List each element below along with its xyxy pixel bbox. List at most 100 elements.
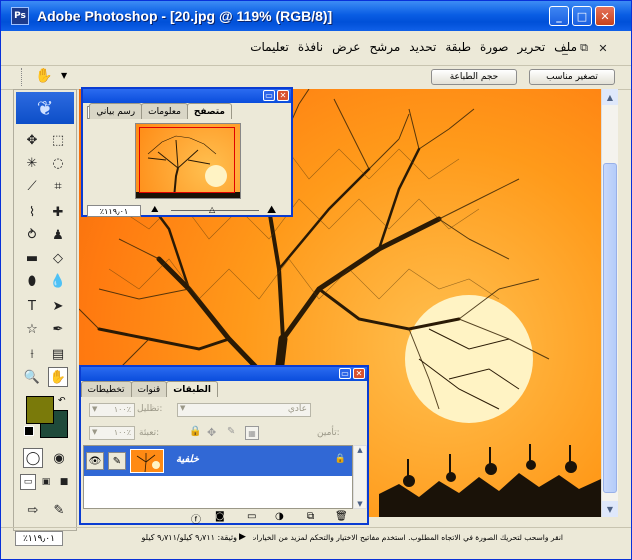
zoom-slider-thumb[interactable]: △ (209, 205, 215, 214)
eraser-tool-icon[interactable]: ◇ (48, 248, 68, 268)
doc-close-icon[interactable]: ✕ (596, 41, 610, 55)
layer-brush-icon[interactable]: ✎ (108, 452, 126, 470)
standard-mode-icon[interactable]: ◯ (23, 448, 43, 468)
new-layer-icon[interactable]: ⧉ (307, 511, 314, 522)
type-tool-icon[interactable]: T (22, 296, 42, 316)
title-bar[interactable]: Ps Adobe Photoshop - [20.jpg @ 119% (RGB… (1, 1, 631, 31)
swap-colors-icon[interactable]: ↶ (58, 396, 66, 406)
layer-thumbnail[interactable] (130, 449, 164, 473)
tab-paths[interactable]: تخطيطات (80, 381, 132, 397)
print-size-button[interactable]: حجم الطباعة (431, 69, 517, 85)
move-tool-icon[interactable]: ✥ (22, 130, 42, 150)
new-set-icon[interactable]: ▭ (247, 511, 256, 522)
vertical-scrollbar[interactable]: ▲ ▼ (601, 89, 618, 517)
screen-mode-standard-icon[interactable]: ▭ (20, 474, 36, 490)
close-button[interactable]: ✕ (595, 6, 615, 26)
navigator-titlebar[interactable]: ▭ ✕ (83, 89, 291, 103)
marquee-tool-icon[interactable]: ⬚ (48, 130, 68, 150)
zoom-out-icon[interactable]: ⛰ (151, 205, 159, 215)
lock-transparency-icon[interactable]: ▦ (245, 426, 259, 440)
crop-tool-icon[interactable]: ⌗ (48, 176, 68, 196)
blur-tool-icon[interactable]: ⬮ (22, 271, 42, 291)
panel-minimize-icon[interactable]: ▭ (263, 90, 275, 101)
layer-mask-icon[interactable]: ◙ (215, 511, 225, 522)
opacity-field[interactable]: ▼ ١٠٠٪ (89, 403, 135, 417)
panel-close-icon[interactable]: ✕ (277, 90, 289, 101)
menu-view[interactable]: عرض (332, 40, 360, 54)
menu-select[interactable]: تحديد (409, 40, 436, 54)
layer-name[interactable]: خلفية (176, 454, 199, 465)
foreground-color-front[interactable] (26, 396, 54, 424)
navigator-zoom-field[interactable]: ٪١١٩٫٠١ (87, 205, 141, 217)
menu-window[interactable]: نافذة (298, 40, 323, 54)
scroll-up-icon[interactable]: ▲ (354, 446, 366, 454)
status-zoom-field[interactable]: ٪١١٩٫٠١ (15, 531, 63, 546)
panel-minimize-icon[interactable]: ▭ (339, 368, 351, 379)
maximize-button[interactable]: □ (572, 6, 592, 26)
zoom-in-icon[interactable]: ⛰ (267, 203, 276, 217)
layer-visibility-icon[interactable]: 👁 (86, 452, 104, 470)
blend-mode-select[interactable]: عادي ▼ (177, 403, 311, 417)
navigator-thumbnail[interactable] (135, 123, 241, 199)
feather-logo-icon[interactable]: ❦ (16, 92, 74, 124)
screen-mode-menu-icon[interactable]: ▣ (38, 474, 54, 490)
trash-icon[interactable]: 🗑 (335, 511, 348, 522)
adjustment-layer-icon[interactable]: ◑ (275, 511, 284, 522)
menu-image[interactable]: صورة (480, 40, 508, 54)
chevron-down-icon[interactable]: ▼ (61, 71, 67, 80)
gradient-tool-icon[interactable]: ▬ (22, 248, 42, 268)
scroll-down-icon[interactable]: ▼ (602, 501, 618, 517)
lock-all-icon[interactable]: 🔒 (189, 426, 201, 437)
panel-close-icon[interactable]: ✕ (353, 368, 365, 379)
status-play-icon[interactable]: ▶ (239, 532, 246, 542)
chevron-down-icon[interactable]: ▼ (180, 404, 185, 412)
default-colors-icon[interactable] (24, 426, 34, 436)
tab-channels[interactable]: قنوات (130, 381, 168, 397)
menu-filter[interactable]: مرشح (369, 40, 400, 54)
tab-navigator[interactable]: متصفح (186, 103, 232, 119)
pen-tool-icon[interactable]: ✒ (48, 319, 68, 339)
zoom-tool-icon[interactable]: 🔍 (22, 367, 42, 387)
tab-histogram[interactable]: رسم بياني (89, 103, 143, 119)
slice-tool-icon[interactable]: ⟋ (22, 176, 42, 196)
scroll-down-icon[interactable]: ▼ (354, 500, 366, 508)
minimize-button[interactable]: _ (549, 6, 569, 26)
layers-scrollbar[interactable]: ▲ ▼ (353, 445, 367, 509)
menu-layer[interactable]: طبقة (445, 40, 471, 54)
hand-tool-icon[interactable]: ✋ (48, 367, 68, 387)
path-selection-icon[interactable]: ➤ (48, 296, 68, 316)
chevron-down-icon[interactable]: ▼ (92, 405, 97, 413)
layer-style-icon[interactable]: ⓕ (191, 511, 201, 526)
menu-help[interactable]: تعليمات (250, 40, 289, 54)
edit-in-imageready-icon[interactable]: ✎ (49, 500, 69, 520)
lasso-tool-icon[interactable]: ◌ (48, 153, 68, 173)
tab-layers[interactable]: الطبقات (166, 381, 218, 397)
shape-tool-icon[interactable]: ☆ (22, 319, 42, 339)
jump-to-imageready-icon[interactable]: ⇨ (23, 500, 43, 520)
fill-field[interactable]: ▼ ١٠٠٪ (89, 426, 135, 440)
menu-edit[interactable]: تحرير (518, 40, 546, 54)
menu-file[interactable]: ملف (554, 40, 577, 54)
magic-wand-tool-icon[interactable]: ✳ (22, 153, 42, 173)
view-box[interactable] (139, 127, 235, 193)
lock-image-icon[interactable]: ✎ (227, 426, 235, 437)
stamp-tool-icon[interactable]: ♟ (48, 225, 68, 245)
chevron-down-icon[interactable]: ▼ (92, 428, 97, 436)
tab-info[interactable]: معلومات (141, 103, 188, 119)
photoshop-app-icon[interactable]: Ps (11, 7, 29, 25)
fit-on-screen-button[interactable]: تصغير مناسب (529, 69, 615, 85)
scroll-thumb[interactable] (603, 163, 617, 493)
history-brush-icon[interactable]: ⥁ (22, 225, 42, 245)
notes-tool-icon[interactable]: ▤ (48, 344, 68, 364)
layer-row[interactable]: 👁 ✎ خلفية 🔒 (84, 446, 352, 476)
doc-restore-icon[interactable]: ⧉ (577, 41, 591, 55)
scroll-up-icon[interactable]: ▲ (602, 89, 618, 105)
hand-icon[interactable]: ✋ (35, 68, 52, 84)
quick-mask-icon[interactable]: ◉ (49, 448, 69, 468)
brush-tool-icon[interactable]: ⌇ (22, 202, 42, 222)
eyedropper-tool-icon[interactable]: ⟊ (22, 344, 42, 364)
gripper[interactable] (21, 68, 23, 86)
lock-position-icon[interactable]: ✥ (207, 426, 216, 439)
screen-mode-full-icon[interactable]: ■ (56, 474, 72, 490)
layers-titlebar[interactable]: ▭ ✕ (81, 367, 367, 381)
